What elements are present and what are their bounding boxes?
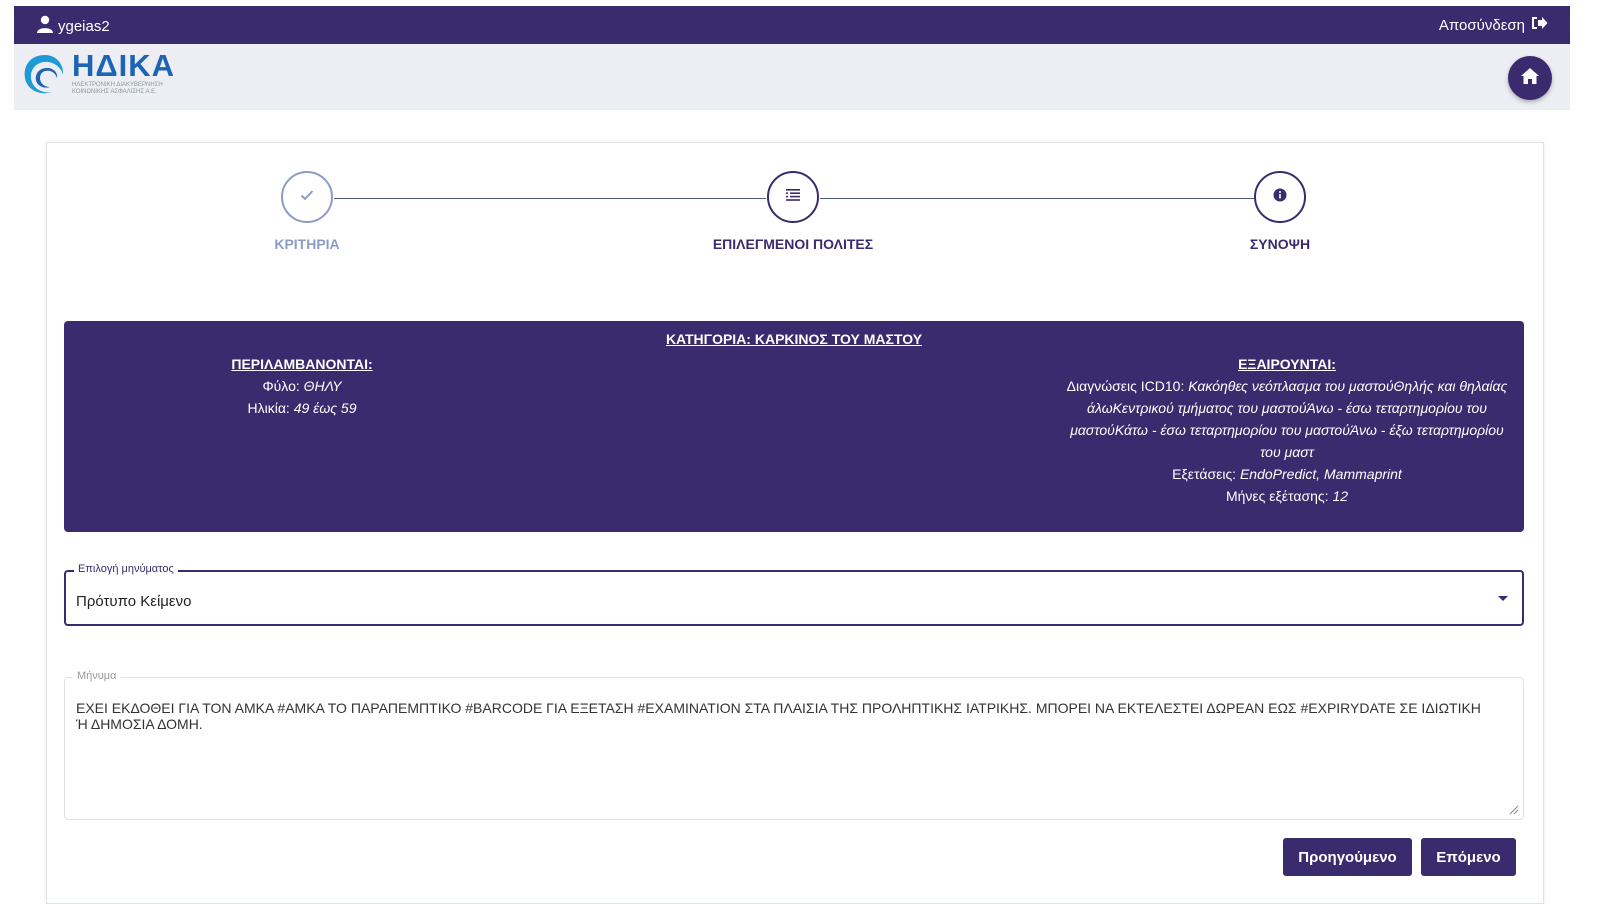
message-textarea[interactable]: Μήνυμα ΕΧΕΙ ΕΚΔΟΘΕΙ ΓΙΑ ΤΟΝ ΑΜΚΑ #ΑΜΚΑ Τ… (64, 670, 1524, 820)
logo: ΗΔΙΚΑ ΗΛΕΚΤΡΟΝΙΚΗ ΔΙΑΚΥΒΕΡΝΗΣΗ ΚΟΙΝΩΝΙΚΗ… (20, 50, 192, 98)
user-icon (36, 15, 54, 37)
age-value: 49 έως 59 (293, 400, 357, 416)
info-icon (1273, 188, 1287, 207)
sign-out-icon (1530, 15, 1548, 35)
months-value: 12 (1332, 488, 1349, 504)
included-section: ΠΕΡΙΛΑΜΒΑΝΟΝΤΑΙ: Φύλο: ΘΗΛΥ Ηλικία: 49 έ… (214, 353, 390, 419)
logout-button[interactable]: Αποσύνδεση (1439, 15, 1548, 35)
exams-row: Εξετάσεις: EndoPredict, Mammaprint (1064, 463, 1510, 485)
username: ygeias2 (58, 17, 110, 35)
step-label: ΚΡΙΤΗΡΙΑ (274, 236, 340, 252)
step-circle (281, 171, 333, 223)
months-label: Μήνες εξέτασης: (1225, 488, 1329, 504)
gender-row: Φύλο: ΘΗΛΥ (214, 375, 390, 397)
step-label: ΣΥΝΟΨΗ (1249, 236, 1311, 252)
resize-handle-icon[interactable] (1509, 805, 1519, 815)
months-row: Μήνες εξέτασης: 12 (1064, 485, 1510, 507)
included-heading: ΠΕΡΙΛΑΜΒΑΝΟΝΤΑΙ: (231, 356, 373, 372)
step-summary: ΣΥΝΟΨΗ (1160, 171, 1400, 252)
diagnoses-row: Διαγνώσεις ICD10: Κακόηθες νεόπλασμα του… (1064, 375, 1510, 463)
message-text[interactable]: ΕΧΕΙ ΕΚΔΟΘΕΙ ΓΙΑ ΤΟΝ ΑΜΚΑ #ΑΜΚΑ ΤΟ ΠΑΡΑΠ… (76, 700, 1483, 732)
category-info-box: ΚΑΤΗΓΟΡΙΑ: ΚΑΡΚΙΝΟΣ ΤΟΥ ΜΑΣΤΟΥ ΠΕΡΙΛΑΜΒΑ… (64, 321, 1524, 532)
category-title: ΚΑΤΗΓΟΡΙΑ: ΚΑΡΚΙΝΟΣ ΤΟΥ ΜΑΣΤΟΥ (665, 331, 923, 347)
brand-subtitle: ΗΛΕΚΤΡΟΝΙΚΗ ΔΙΑΚΥΒΕΡΝΗΣΗ ΚΟΙΝΩΝΙΚΗΣ ΑΣΦΑ… (72, 82, 163, 95)
gender-value: ΘΗΛΥ (303, 378, 342, 394)
logo-swirl-icon (24, 55, 64, 94)
gender-label: Φύλο: (262, 378, 300, 394)
step-criteria: ΚΡΙΤΗΡΙΑ (187, 171, 427, 252)
list-icon (786, 188, 800, 206)
message-select-value: Πρότυπο Κείμενο (76, 593, 192, 610)
top-bar: ygeias2 Αποσύνδεση (14, 6, 1570, 44)
message-select-label: Επιλογή μηνύματος (74, 563, 178, 575)
next-button[interactable]: Επόμενο (1421, 838, 1516, 876)
step-selected-citizens: ΕΠΙΛΕΓΜΕΝΟΙ ΠΟΛΙΤΕΣ (673, 171, 913, 252)
dropdown-arrow-icon (1498, 596, 1508, 601)
message-select[interactable]: Επιλογή μηνύματος Πρότυπο Κείμενο (64, 563, 1524, 626)
user-info: ygeias2 (36, 15, 110, 37)
excluded-heading: ΕΞΑΙΡΟΥΝΤΑΙ: (1238, 356, 1336, 372)
exams-label: Εξετάσεις: (1172, 466, 1237, 482)
brand-name: ΗΔΙΚΑ (72, 48, 176, 83)
brand-bar: ΗΔΙΚΑ ΗΛΕΚΤΡΟΝΙΚΗ ΔΙΑΚΥΒΕΡΝΗΣΗ ΚΟΙΝΩΝΙΚΗ… (14, 44, 1570, 110)
previous-button[interactable]: Προηγούμενο (1283, 838, 1412, 876)
step-label: ΕΠΙΛΕΓΜΕΝΟΙ ΠΟΛΙΤΕΣ (712, 236, 874, 252)
check-icon (300, 188, 314, 206)
step-circle (1254, 171, 1306, 223)
diagnoses-label: Διαγνώσεις ICD10: (1066, 378, 1185, 394)
excluded-section: ΕΞΑΙΡΟΥΝΤΑΙ: Διαγνώσεις ICD10: Κακόηθες … (1064, 353, 1510, 507)
logout-label: Αποσύνδεση (1438, 16, 1525, 34)
home-button[interactable] (1508, 56, 1552, 100)
age-label: Ηλικία: (247, 400, 290, 416)
message-textarea-label: Μήνυμα (73, 670, 121, 682)
home-icon (1520, 67, 1540, 90)
age-row: Ηλικία: 49 έως 59 (214, 397, 390, 419)
step-circle (767, 171, 819, 223)
exams-value: EndoPredict, Mammaprint (1239, 466, 1402, 482)
